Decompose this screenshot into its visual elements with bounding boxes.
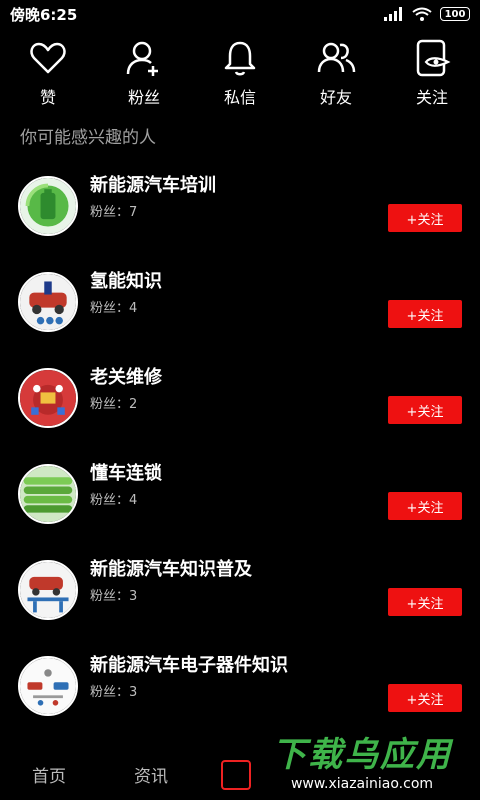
car-repair-image bbox=[20, 274, 76, 330]
battery-recycle-image bbox=[20, 178, 76, 234]
nav-news[interactable]: 资讯 bbox=[134, 762, 168, 787]
list-item[interactable]: 新能源汽车电子器件知识 粉丝：3 +关注 bbox=[0, 640, 480, 736]
item-title: 新能源汽车培训 bbox=[90, 175, 216, 196]
item-fans: 粉丝：4 bbox=[90, 493, 138, 508]
item-fans: 粉丝：3 bbox=[90, 589, 138, 604]
item-title: 老关维修 bbox=[90, 367, 162, 388]
status-bar: 傍晚6:25 100 bbox=[0, 0, 480, 28]
item-fans: 粉丝：7 bbox=[90, 205, 138, 220]
avatar[interactable] bbox=[18, 368, 78, 428]
following-tab[interactable]: 关注 bbox=[392, 38, 472, 108]
avatar[interactable] bbox=[18, 560, 78, 620]
status-time: 傍晚6:25 bbox=[10, 5, 78, 24]
list-item[interactable]: 新能源汽车知识普及 粉丝：3 +关注 bbox=[0, 544, 480, 640]
item-title: 懂车连锁 bbox=[90, 463, 162, 484]
nav-home[interactable]: 首页 bbox=[32, 762, 66, 787]
messages-label: 私信 bbox=[223, 88, 256, 107]
bell-icon bbox=[224, 41, 256, 76]
wifi-icon bbox=[412, 7, 432, 21]
section-title: 你可能感兴趣的人 bbox=[20, 128, 156, 148]
avatar[interactable] bbox=[18, 464, 78, 524]
watermark-url: www.xiazainiao.com bbox=[290, 776, 434, 792]
following-label: 关注 bbox=[415, 88, 448, 107]
heart-icon bbox=[30, 42, 66, 74]
top-action-bar: 赞 粉丝 私信 好友 关注 bbox=[0, 38, 480, 108]
item-fans: 粉丝：2 bbox=[90, 397, 138, 412]
follow-button[interactable]: +关注 bbox=[388, 588, 462, 616]
signal-icon bbox=[384, 7, 402, 21]
follow-button[interactable]: +关注 bbox=[388, 396, 462, 424]
two-people-icon bbox=[317, 42, 356, 73]
watermark-logo: 下载乌应用 www.xiazainiao.com bbox=[244, 728, 480, 800]
follow-button[interactable]: +关注 bbox=[388, 300, 462, 328]
avatar[interactable] bbox=[18, 176, 78, 236]
list-item[interactable]: 老关维修 粉丝：2 +关注 bbox=[0, 352, 480, 448]
follow-button[interactable]: +关注 bbox=[388, 204, 462, 232]
likes-label: 赞 bbox=[39, 88, 56, 107]
car-electronics-image bbox=[20, 658, 76, 714]
avatar[interactable] bbox=[18, 272, 78, 332]
add-person-icon bbox=[126, 41, 158, 76]
avatar[interactable] bbox=[18, 656, 78, 716]
follow-button[interactable]: +关注 bbox=[388, 684, 462, 712]
item-title: 新能源汽车电子器件知识 bbox=[90, 655, 288, 676]
follow-button[interactable]: +关注 bbox=[388, 492, 462, 520]
list-item[interactable]: 懂车连锁 粉丝：4 +关注 bbox=[0, 448, 480, 544]
fans-label: 粉丝 bbox=[127, 88, 160, 107]
item-fans: 粉丝：4 bbox=[90, 301, 138, 316]
item-title: 氢能知识 bbox=[90, 271, 162, 292]
list-item[interactable]: 新能源汽车培训 粉丝：7 +关注 bbox=[0, 160, 480, 256]
workshop-image bbox=[20, 370, 76, 426]
item-title: 新能源汽车知识普及 bbox=[90, 559, 252, 580]
item-fans: 粉丝：3 bbox=[90, 685, 138, 700]
green-batteries-image bbox=[20, 466, 76, 522]
messages-tab[interactable]: 私信 bbox=[200, 38, 280, 108]
watermark-title: 下载乌应用 bbox=[272, 735, 452, 775]
friends-tab[interactable]: 好友 bbox=[296, 38, 376, 108]
likes-tab[interactable]: 赞 bbox=[8, 38, 88, 108]
status-icons: 100 bbox=[384, 7, 470, 21]
fans-tab[interactable]: 粉丝 bbox=[104, 38, 184, 108]
friends-label: 好友 bbox=[319, 88, 352, 107]
battery-icon: 100 bbox=[440, 7, 470, 21]
list-item[interactable]: 氢能知识 粉丝：4 +关注 bbox=[0, 256, 480, 352]
car-lift-image bbox=[20, 562, 76, 618]
recommendation-list: 新能源汽车培训 粉丝：7 +关注 氢能知识 粉丝：4 +关注 老关维修 粉丝：2… bbox=[0, 160, 480, 736]
eye-phone-icon bbox=[416, 39, 451, 77]
